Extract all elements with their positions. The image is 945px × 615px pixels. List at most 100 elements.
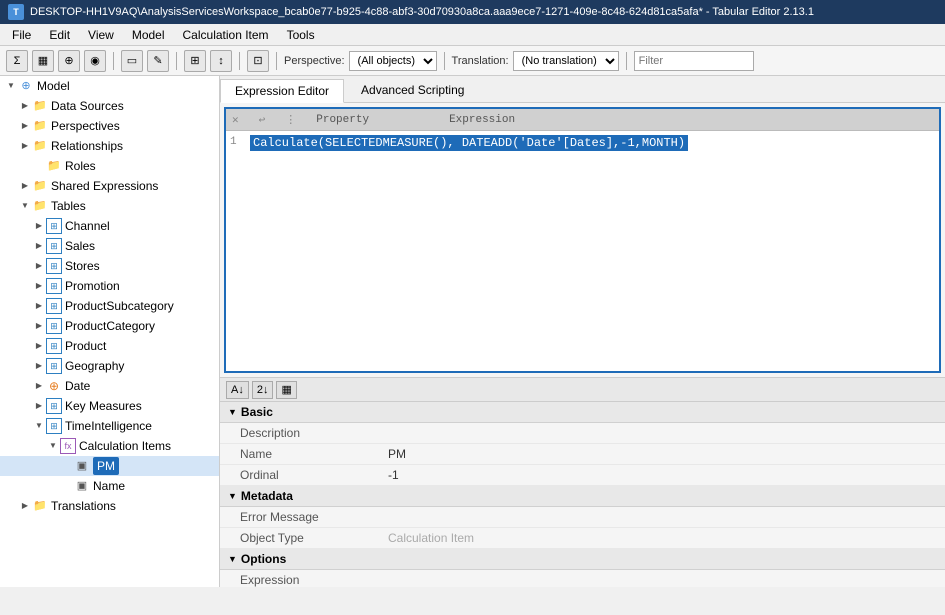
productcategory-label: ProductCategory <box>65 317 155 335</box>
options-chevron: ▼ <box>228 554 237 564</box>
tree-product[interactable]: ⊞ Product <box>0 336 219 356</box>
tab-expression-editor[interactable]: Expression Editor <box>220 79 344 103</box>
translation-combo[interactable]: (No translation) <box>513 51 619 71</box>
channel-label: Channel <box>65 217 110 235</box>
titlebar-text: DESKTOP-HH1V9AQ\AnalysisServicesWorkspac… <box>30 6 814 18</box>
perspectives-label: Perspectives <box>51 117 120 135</box>
tree-panel: ⊕ Model 📁 Data Sources 📁 Perspectives 📁 … <box>0 76 220 587</box>
tree-name-field[interactable]: ▣ Name <box>0 476 219 496</box>
props-section-options: ▼ Options <box>220 549 945 570</box>
channel-icon: ⊞ <box>46 218 62 234</box>
props-object-type-value: Calculation Item <box>380 528 945 548</box>
tree-perspectives[interactable]: 📁 Perspectives <box>0 116 219 136</box>
props-sort-alpha[interactable]: A↓ <box>226 381 249 399</box>
toolbar-screen[interactable]: ▭ <box>121 50 143 72</box>
tree-timeintelligence[interactable]: ⊞ TimeIntelligence <box>0 416 219 436</box>
shared-expressions-arrow <box>18 177 32 195</box>
toolbar-sigma[interactable]: Σ <box>6 50 28 72</box>
translations-arrow <box>18 497 32 515</box>
filter-input[interactable] <box>634 51 754 71</box>
tree-relationships[interactable]: 📁 Relationships <box>0 136 219 156</box>
props-sort-category[interactable]: 2↓ <box>252 381 274 399</box>
tables-icon: 📁 <box>32 198 48 214</box>
productsubcategory-arrow <box>32 297 46 315</box>
expr-content: 1 Calculate(SELECTEDMEASURE(), DATEADD('… <box>226 131 939 155</box>
tree-keymeasures[interactable]: ⊞ Key Measures <box>0 396 219 416</box>
tree-roles[interactable]: 📁 Roles <box>0 156 219 176</box>
toolbar-sort[interactable]: ↕ <box>210 50 232 72</box>
relationships-icon: 📁 <box>32 138 48 154</box>
tree-model[interactable]: ⊕ Model <box>0 76 219 96</box>
props-ordinal-key: Ordinal <box>220 465 380 485</box>
props-toolbar: A↓ 2↓ ▦ <box>220 378 945 402</box>
props-object-type-key: Object Type <box>220 528 380 548</box>
name-label: Name <box>93 477 125 495</box>
menubar: File Edit View Model Calculation Item To… <box>0 24 945 46</box>
toolbar-camera[interactable]: ⊡ <box>247 50 269 72</box>
tree-promotion[interactable]: ⊞ Promotion <box>0 276 219 296</box>
tab-advanced-scripting[interactable]: Advanced Scripting <box>346 78 479 102</box>
tree-channel[interactable]: ⊞ Channel <box>0 216 219 236</box>
props-error-message: Error Message <box>220 507 945 528</box>
menu-edit[interactable]: Edit <box>41 26 78 44</box>
props-ordinal: Ordinal -1 <box>220 465 945 486</box>
expr-format-icon[interactable]: ⋮ <box>285 113 296 127</box>
promotion-label: Promotion <box>65 277 120 295</box>
line-number: 1 <box>230 135 246 148</box>
props-expression-value <box>380 570 945 587</box>
tree-shared-expressions[interactable]: 📁 Shared Expressions <box>0 176 219 196</box>
timeintelligence-label: TimeIntelligence <box>65 417 152 435</box>
tree-productcategory[interactable]: ⊞ ProductCategory <box>0 316 219 336</box>
expr-redo-icon[interactable]: ↩ <box>259 113 266 127</box>
menu-tools[interactable]: Tools <box>279 26 323 44</box>
perspective-combo[interactable]: (All objects) <box>349 51 437 71</box>
pm-icon: ▣ <box>74 458 90 474</box>
calc-items-arrow <box>46 437 60 455</box>
model-label: Model <box>37 77 70 95</box>
expression-editor[interactable]: ✕ ↩ ⋮ Property Expression 1 Calculate(SE… <box>224 107 941 373</box>
toolbar-network[interactable]: ⊕ <box>58 50 80 72</box>
expr-undo-icon[interactable]: ✕ <box>232 113 239 127</box>
product-label: Product <box>65 337 106 355</box>
sep4 <box>276 52 277 70</box>
expr-header-expression: Expression <box>449 114 515 126</box>
tree-translations[interactable]: 📁 Translations <box>0 496 219 516</box>
props-name-value: PM <box>380 444 945 464</box>
tree-pm[interactable]: ▣ PM <box>0 456 219 476</box>
tree-sales[interactable]: ⊞ Sales <box>0 236 219 256</box>
geography-icon: ⊞ <box>46 358 62 374</box>
tree-stores[interactable]: ⊞ Stores <box>0 256 219 276</box>
toolbar-grid[interactable]: ⊞ <box>184 50 206 72</box>
tree-calc-items[interactable]: fx Calculation Items <box>0 436 219 456</box>
model-arrow <box>4 77 18 95</box>
productcategory-icon: ⊞ <box>46 318 62 334</box>
translations-label: Translations <box>51 497 116 515</box>
keymeasures-icon: ⊞ <box>46 398 62 414</box>
productcategory-arrow <box>32 317 46 335</box>
menu-view[interactable]: View <box>80 26 122 44</box>
tree-datasources[interactable]: 📁 Data Sources <box>0 96 219 116</box>
props-columns[interactable]: ▦ <box>276 381 296 399</box>
roles-icon: 📁 <box>46 158 62 174</box>
menu-calc-item[interactable]: Calculation Item <box>175 26 277 44</box>
toolbar-table[interactable]: ▦ <box>32 50 54 72</box>
menu-model[interactable]: Model <box>124 26 173 44</box>
toolbar-pencil[interactable]: ✎ <box>147 50 169 72</box>
tree-productsubcategory[interactable]: ⊞ ProductSubcategory <box>0 296 219 316</box>
perspectives-icon: 📁 <box>32 118 48 134</box>
expr-code[interactable]: Calculate(SELECTEDMEASURE(), DATEADD('Da… <box>250 135 688 151</box>
properties-panel: A↓ 2↓ ▦ ▼ Basic Description Name PM Ordi… <box>220 377 945 587</box>
tree-tables[interactable]: 📁 Tables <box>0 196 219 216</box>
basic-chevron: ▼ <box>228 407 237 417</box>
props-name: Name PM <box>220 444 945 465</box>
basic-title: Basic <box>241 405 273 419</box>
expr-line-1: 1 Calculate(SELECTEDMEASURE(), DATEADD('… <box>230 135 935 151</box>
datasources-arrow <box>18 97 32 115</box>
toolbar-dot[interactable]: ◉ <box>84 50 106 72</box>
sep3 <box>239 52 240 70</box>
menu-file[interactable]: File <box>4 26 39 44</box>
tree-geography[interactable]: ⊞ Geography <box>0 356 219 376</box>
perspective-label: Perspective: <box>284 55 345 67</box>
tree-date[interactable]: ⊕ Date <box>0 376 219 396</box>
date-arrow <box>32 377 46 395</box>
